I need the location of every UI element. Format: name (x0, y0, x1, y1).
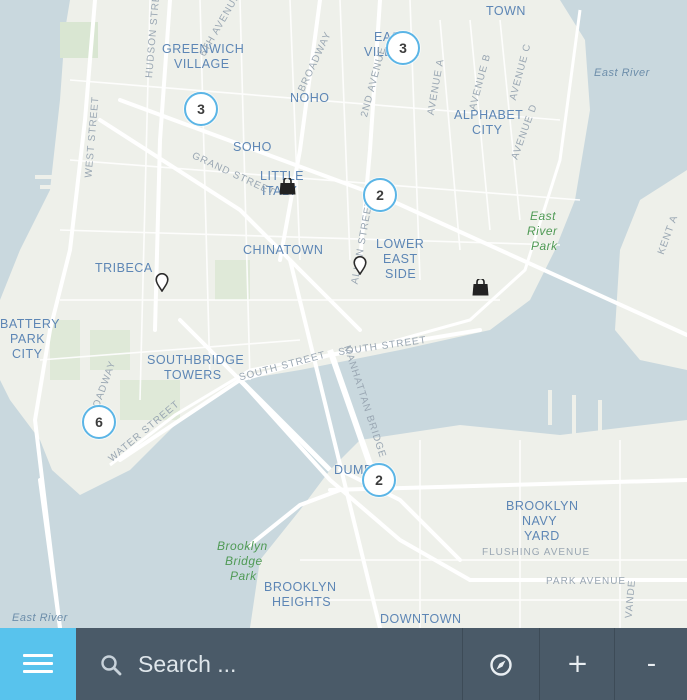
label-les-1: LOWER (376, 237, 425, 251)
label-alphabet-city-1: ALPHABET (454, 108, 524, 122)
label-soho: SOHO (233, 140, 272, 154)
map-base-layer (0, 0, 687, 628)
park-brooklyn-bridge-2: Bridge (225, 554, 263, 568)
menu-button[interactable] (0, 628, 76, 700)
park-brooklyn-bridge-3: Park (230, 569, 257, 583)
label-tribeca: TRIBECA (95, 261, 153, 275)
search-bar[interactable] (76, 628, 461, 700)
location-pin-icon (155, 273, 169, 292)
label-battery-park-city-3: CITY (12, 347, 43, 361)
cluster-marker[interactable]: 6 (82, 405, 116, 439)
label-downtown: DOWNTOWN (380, 612, 462, 626)
street-park-avenue: PARK AVENUE (546, 576, 627, 587)
water-east-river-top: East River (594, 67, 650, 79)
label-southbridge-towers-2: TOWERS (164, 368, 222, 382)
street-flushing: FLUSHING AVENUE (482, 547, 591, 558)
location-pin-icon (353, 256, 367, 275)
water-east-river-bottom: East River (12, 612, 68, 624)
label-brooklyn-navy-yard-3: YARD (524, 529, 560, 543)
cluster-marker[interactable]: 3 (386, 31, 420, 65)
label-alphabet-city-2: CITY (472, 123, 503, 137)
map-view[interactable]: TOWN EAST VILLAGE GREENWICH VILLAGE NOHO… (0, 0, 687, 628)
label-town: TOWN (486, 4, 526, 18)
bottom-toolbar: + - (0, 628, 687, 700)
compass-icon (490, 653, 512, 676)
cluster-marker[interactable]: 3 (184, 92, 218, 126)
label-brooklyn-navy-yard-1: BROOKLYN (506, 499, 579, 513)
zoom-in-button[interactable]: + (539, 628, 615, 700)
locate-button[interactable] (462, 628, 539, 700)
search-input[interactable] (138, 646, 438, 682)
shopping-bag-icon (472, 279, 489, 296)
zoom-out-button[interactable]: - (614, 628, 687, 700)
search-icon (101, 655, 122, 676)
park-east-river-2: River (527, 224, 558, 238)
cluster-marker[interactable]: 2 (362, 463, 396, 497)
park-east-river-3: Park (531, 239, 558, 253)
label-battery-park-city-2: PARK (10, 332, 46, 346)
label-brooklyn-navy-yard-2: NAVY (522, 514, 558, 528)
label-brooklyn-heights-2: HEIGHTS (272, 595, 332, 609)
label-greenwich-village-2: VILLAGE (174, 57, 230, 71)
label-les-2: EAST (383, 252, 418, 266)
label-southbridge-towers-1: SOUTHBRIDGE (147, 353, 245, 367)
label-brooklyn-heights-1: BROOKLYN (264, 580, 337, 594)
label-les-3: SIDE (385, 267, 417, 281)
park-brooklyn-bridge-1: Brooklyn (217, 539, 268, 553)
cluster-marker[interactable]: 2 (363, 178, 397, 212)
label-chinatown: CHINATOWN (243, 243, 324, 257)
label-battery-park-city-1: BATTERY (0, 317, 60, 331)
park-east-river-1: East (530, 209, 557, 223)
shopping-bag-icon (279, 178, 296, 195)
label-noho: NOHO (290, 91, 330, 105)
